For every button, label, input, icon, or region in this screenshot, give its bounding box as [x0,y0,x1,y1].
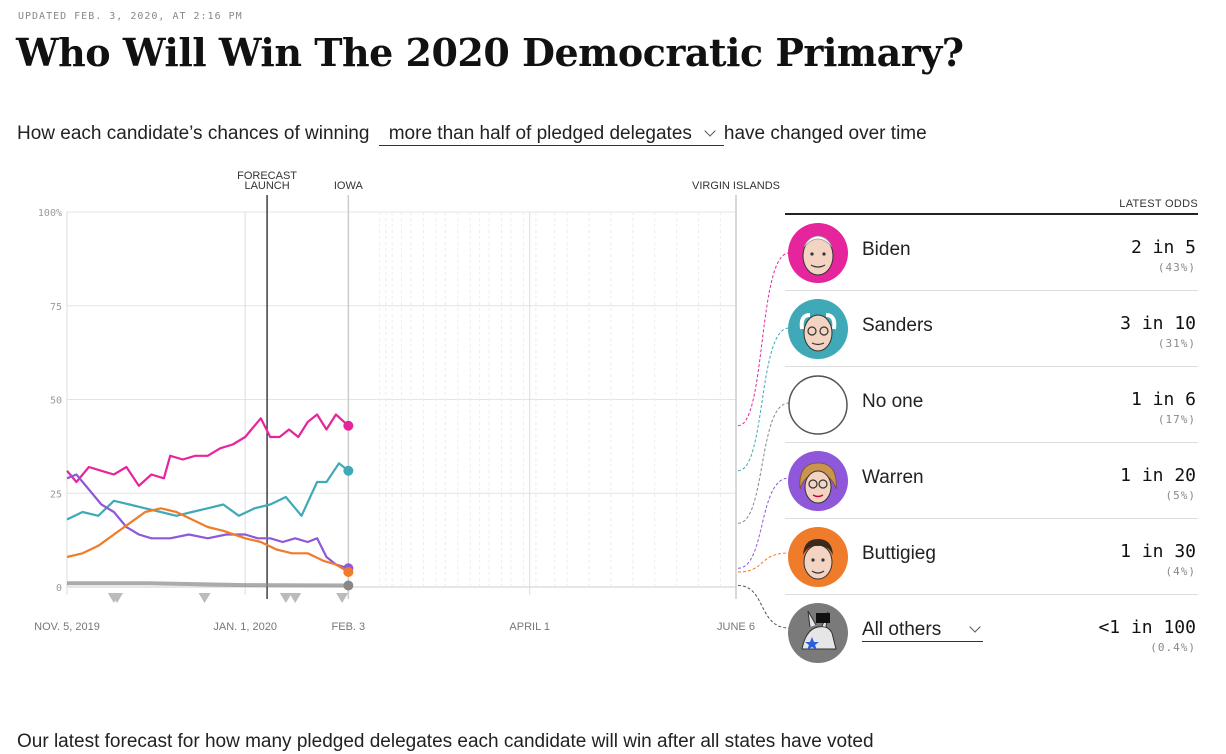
legend-percent: (0.4%) [1150,641,1196,654]
chevron-down-icon [969,621,981,633]
series-end-dot [343,465,354,476]
legend-percent: (31%) [1157,337,1196,350]
legend-name: No one [862,391,924,412]
legend-row-all-others[interactable]: All others <1 in 100 (0.4%) [785,595,1198,670]
legend-row-no-one[interactable]: No one 1 in 6 (17%) [785,367,1198,443]
odds-over-time-chart: FORECASTLAUNCH IOWA VIRGIN ISLANDS 100%755… [34,170,790,633]
legend-odds: 2 in 5 [1130,237,1196,258]
chevron-down-icon [704,125,716,137]
series-line-biden [66,413,350,487]
sanders-avatar-icon [788,299,848,359]
series-end-dot [343,580,354,591]
legend-name: All others [862,619,942,640]
x-tick-label: JUNE 6 [717,621,755,633]
legend-row-warren[interactable]: Warren 1 in 20 (5%) [785,443,1198,519]
event-label: LAUNCH [244,180,289,192]
page-title: Who Will Win The 2020 Democratic Primary… [16,30,964,75]
event-label: IOWA [334,180,364,192]
series-lines [66,413,354,591]
updated-timestamp: UPDATED FEB. 3, 2020, AT 2:16 PM [18,11,243,22]
legend-connector [737,477,790,569]
legend-odds: 1 in 30 [1120,541,1196,562]
legend-connector [737,327,790,472]
x-tick-label: JAN. 1, 2020 [213,621,277,633]
legend-name: Warren [862,467,924,488]
y-tick-label: 75 [50,302,62,313]
donkey-avatar-icon [788,603,848,663]
legend-row-biden[interactable]: Biden 2 in 5 (43%) [785,215,1198,291]
debate-marker-icon [336,593,349,603]
legend-percent: (17%) [1157,413,1196,426]
series-line-buttigieg [66,507,349,573]
y-tick-label: 25 [50,489,62,500]
legend-odds: 1 in 20 [1120,465,1196,486]
legend-name: Buttigieg [862,543,936,564]
subtitle-before: How each candidate’s chances of winning [17,123,370,144]
legend-percent: (5%) [1165,489,1196,502]
y-tick-label: 50 [50,396,62,407]
legend-percent: (43%) [1157,261,1196,274]
legend-name: Biden [862,239,911,260]
legend-row-buttigieg[interactable]: Buttigieg 1 in 30 (4%) [785,519,1198,595]
legend-connector [737,552,790,573]
legend-odds: 1 in 6 [1130,389,1196,410]
legend-connector [737,402,790,524]
y-tick-label: 100% [38,208,62,219]
empty-circle-icon [788,375,848,435]
warren-avatar-icon [788,451,848,511]
latest-odds-header: LATEST ODDS [785,198,1198,215]
latest-odds-legend: LATEST ODDS Biden 2 in 5 (43%) Sanders 3… [785,198,1198,670]
buttigieg-avatar-icon [788,527,848,587]
legend-connector [737,252,790,427]
y-tick-label: 0 [56,583,62,594]
debate-marker-icon [198,593,211,603]
legend-odds: 3 in 10 [1120,313,1196,334]
series-end-dot [343,567,354,577]
debate-marker-icon [279,593,292,603]
event-label: VIRGIN ISLANDS [692,180,780,192]
axis-ticks: 100% 75 50 25 0 NOV. 5, 2019 JAN. 1, 2020 FEB. … [34,208,755,633]
series-end-dot [343,420,354,431]
legend-odds: <1 in 100 [1098,617,1196,638]
delegate-forecast-intro: Our latest forecast for how many pledged… [17,731,874,752]
debate-marker-icon [289,593,302,603]
x-tick-label: FEB. 3 [332,621,366,633]
legend-connectors [737,252,790,629]
legend-percent: (4%) [1165,565,1196,578]
subtitle-after: have changed over time [723,123,927,144]
biden-avatar-icon [788,223,848,283]
all-others-dropdown[interactable]: All others [862,619,984,642]
legend-row-sanders[interactable]: Sanders 3 in 10 (31%) [785,291,1198,367]
series-line-all-others [67,581,349,588]
x-tick-label: NOV. 5, 2019 [34,621,100,633]
legend-name: Sanders [862,315,933,336]
chart-subtitle: How each candidate’s chances of winning … [17,123,927,146]
debate-markers [107,593,349,603]
x-tick-label: APRIL 1 [509,621,550,633]
series-line-sanders [66,462,350,521]
outcome-selector-label: more than half of pledged delegates [388,123,692,144]
outcome-selector-dropdown[interactable]: more than half of pledged delegates [378,123,724,146]
event-markers: FORECASTLAUNCH IOWA VIRGIN ISLANDS [237,170,780,599]
